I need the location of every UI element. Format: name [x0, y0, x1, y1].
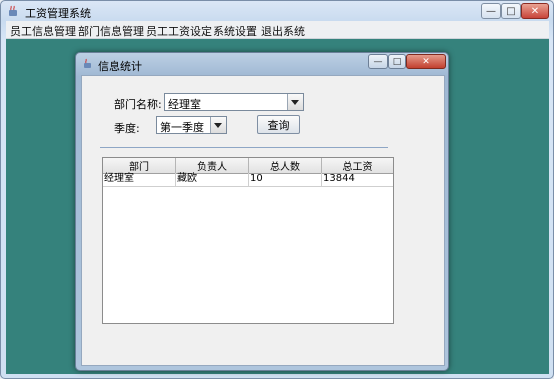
menu-system-settings[interactable]: 系统设置 — [213, 23, 257, 39]
separator — [100, 147, 388, 148]
dialog-content: 部门名称: 经理室 季度: 第一季度 查询 部门 负责人 总人数 总工资 经理室… — [81, 75, 445, 366]
dialog-minimize-button[interactable]: — — [368, 54, 388, 69]
table-header: 部门 负责人 总人数 总工资 — [103, 158, 393, 174]
background-decoration — [454, 225, 464, 251]
menu-salary-settings[interactable]: 员工工资设定 — [146, 23, 212, 39]
season-value: 第一季度 — [160, 121, 204, 134]
menu-bar: 员工信息管理 部门信息管理 员工工资设定 系统设置 退出系统 — [6, 21, 549, 39]
cell-headcount: 10 — [249, 173, 322, 186]
column-header-department[interactable]: 部门 — [103, 158, 176, 173]
java-cup-icon — [9, 5, 17, 16]
chevron-down-icon[interactable] — [210, 117, 226, 133]
maximize-button[interactable]: □ — [501, 3, 521, 19]
minimize-button[interactable]: — — [481, 3, 501, 19]
query-button[interactable]: 查询 — [257, 115, 300, 134]
department-label: 部门名称: — [114, 98, 162, 111]
statistics-table[interactable]: 部门 负责人 总人数 总工资 经理室 藏欧 10 13844 — [102, 157, 394, 324]
dialog-title: 信息统计 — [98, 60, 142, 73]
cell-total-salary: 13844 — [323, 173, 355, 184]
menu-department-info[interactable]: 部门信息管理 — [78, 23, 144, 39]
menu-exit[interactable]: 退出系统 — [261, 23, 305, 39]
season-label: 季度: — [114, 122, 140, 135]
java-cup-icon — [84, 58, 91, 68]
close-button[interactable]: ✕ — [521, 3, 549, 19]
chevron-down-icon[interactable] — [287, 94, 303, 110]
dialog-close-button[interactable]: ✕ — [406, 54, 446, 69]
column-header-headcount[interactable]: 总人数 — [249, 158, 322, 173]
dialog-maximize-button[interactable]: □ — [388, 54, 406, 69]
menu-employee-info[interactable]: 员工信息管理 — [10, 23, 76, 39]
window-title: 工资管理系统 — [25, 7, 91, 20]
column-header-manager[interactable]: 负责人 — [176, 158, 249, 173]
cell-department: 经理室 — [103, 173, 176, 186]
department-value: 经理室 — [168, 98, 201, 111]
column-header-total-salary[interactable]: 总工资 — [322, 158, 393, 173]
cell-manager: 藏欧 — [176, 173, 249, 186]
statistics-dialog: 信息统计 — □ ✕ 部门名称: 经理室 季度: 第一季度 查询 部门 负责人 … — [75, 52, 449, 371]
table-row[interactable]: 经理室 藏欧 10 13844 — [103, 173, 393, 187]
title-bar: 工资管理系统 — □ ✕ — [5, 3, 549, 21]
department-select[interactable]: 经理室 — [164, 93, 304, 111]
season-select[interactable]: 第一季度 — [156, 116, 227, 134]
